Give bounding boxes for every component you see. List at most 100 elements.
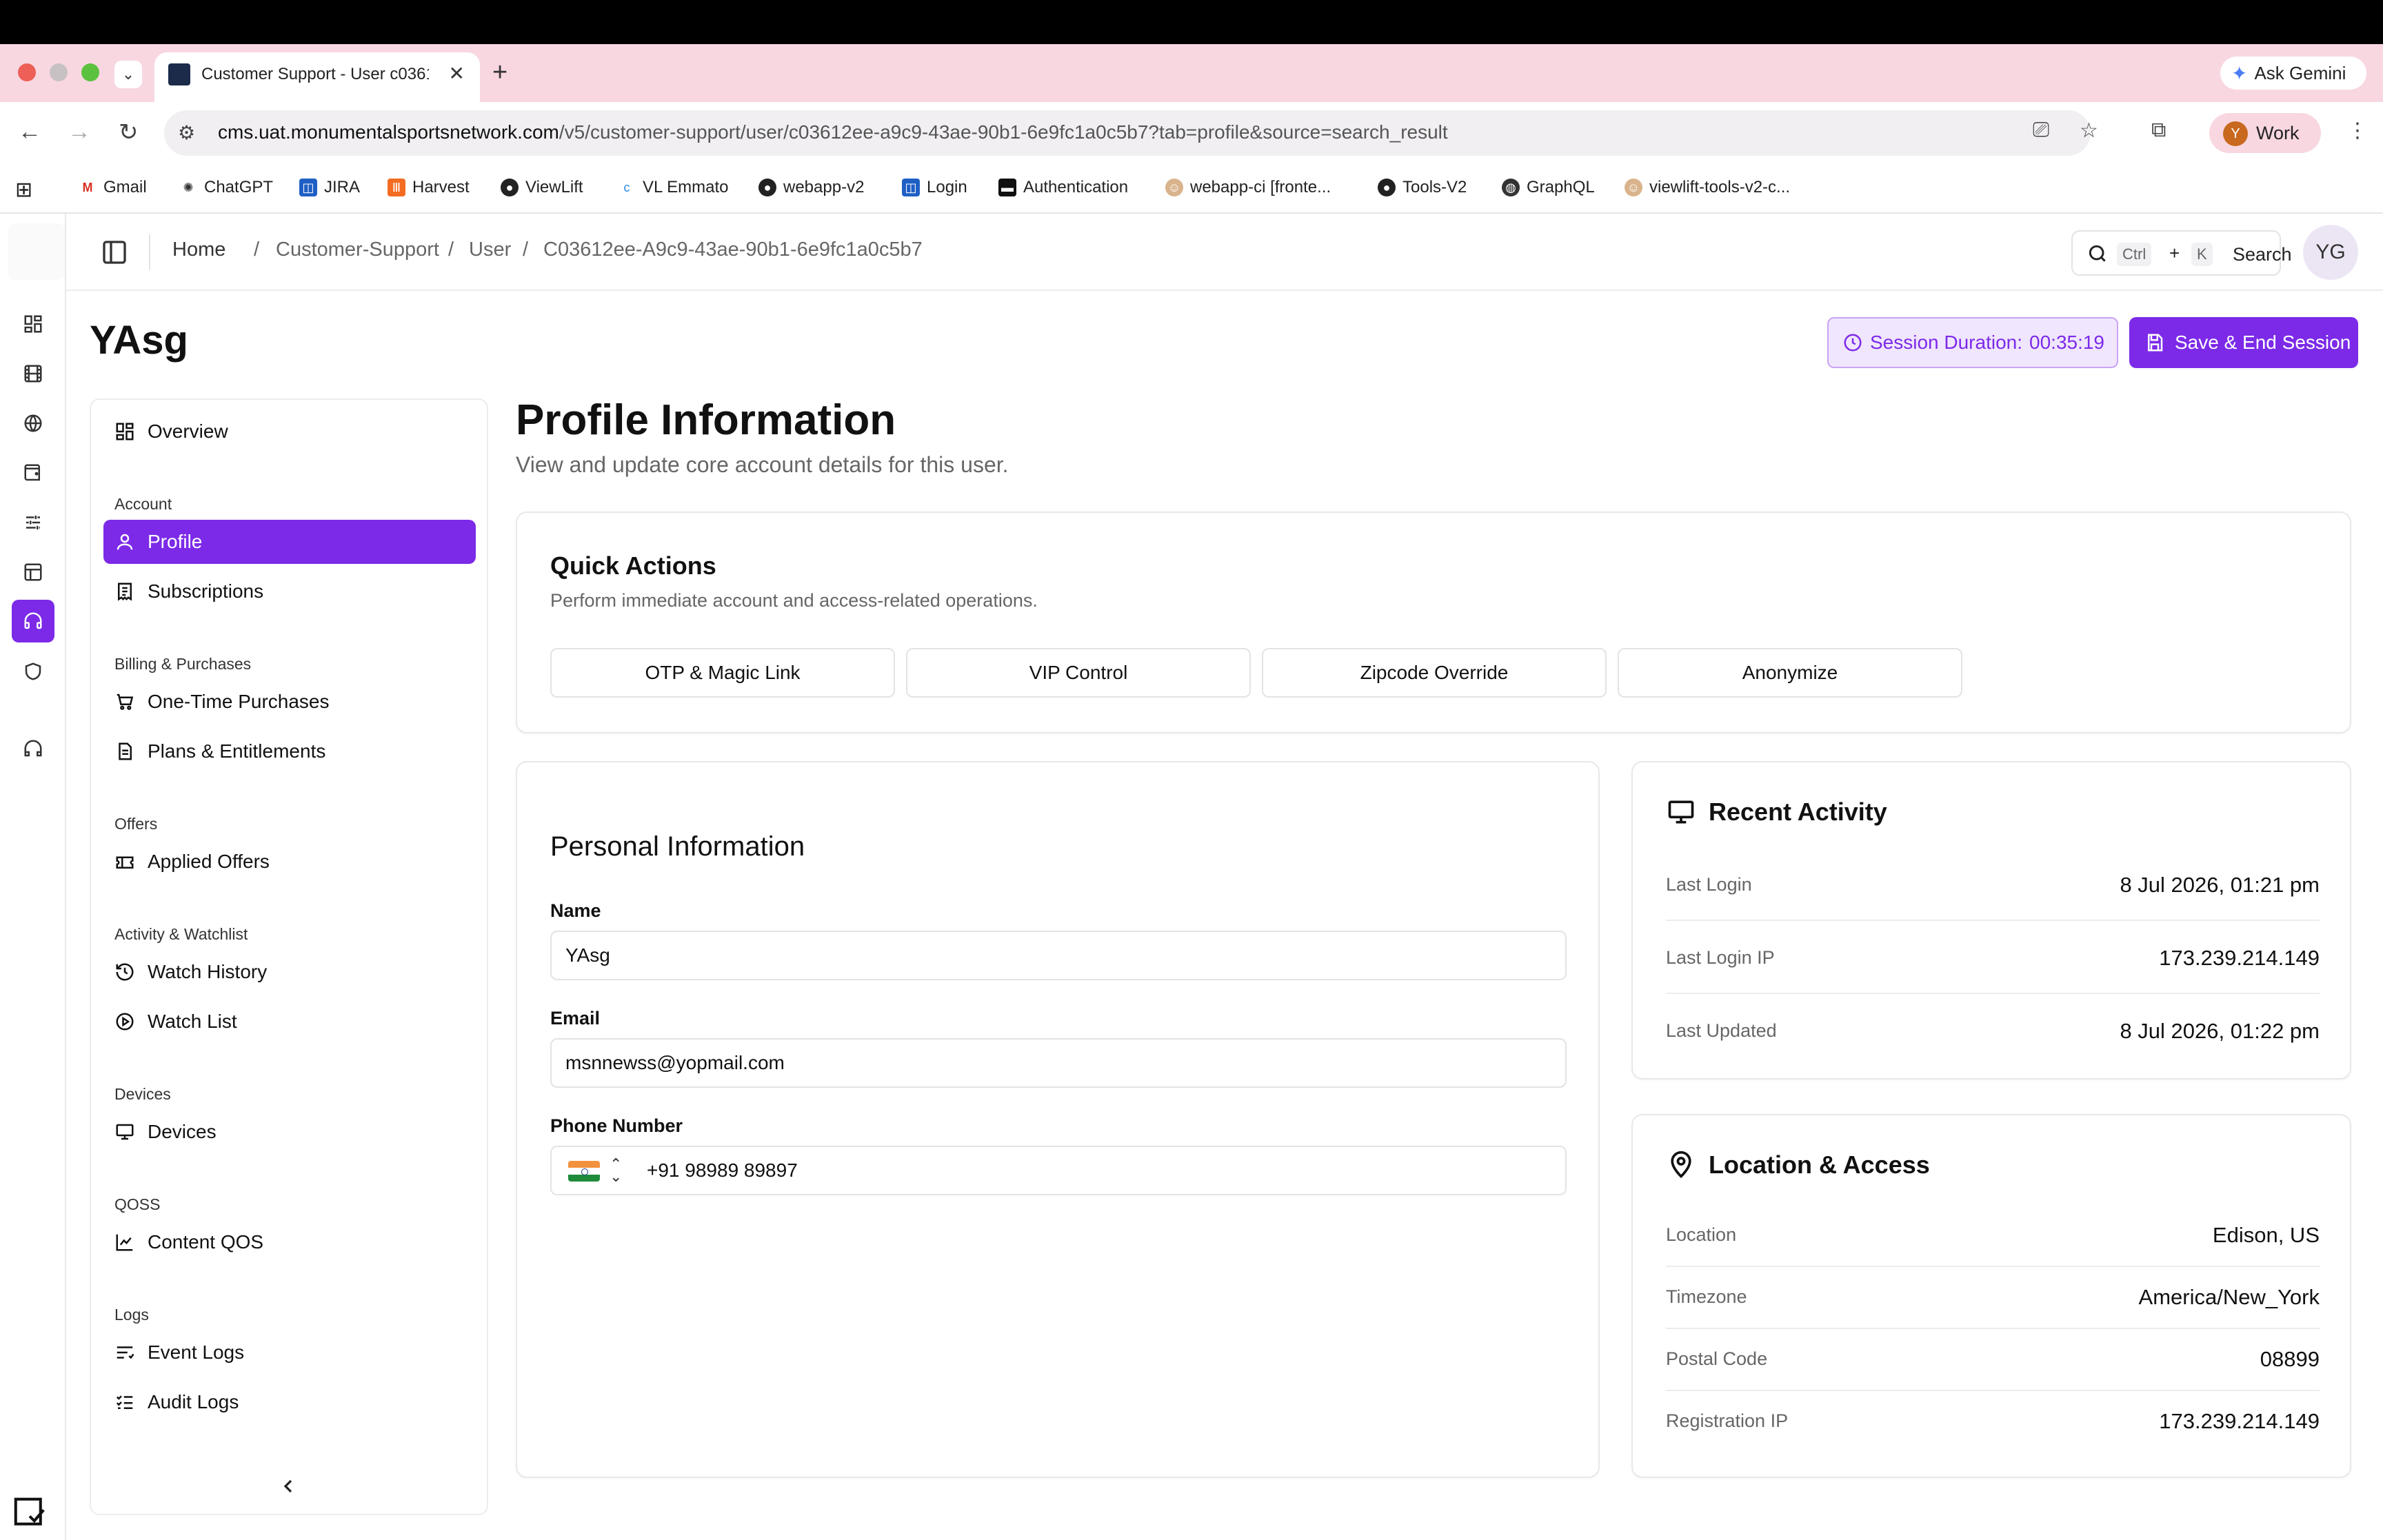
url-text[interactable]: cms.uat.monumentalsportsnetwork.com/v5/c… <box>218 121 1448 143</box>
layout-icon[interactable] <box>18 557 48 587</box>
bookmark-chatgpt[interactable]: ✺ ChatGPT <box>179 178 273 197</box>
nav-group-offers: Offers <box>114 815 158 833</box>
nav-item-profile[interactable]: Profile <box>103 520 476 564</box>
user-avatar[interactable]: YG <box>2303 225 2358 280</box>
nav-item-one-time-purchases[interactable]: One-Time Purchases <box>103 680 476 724</box>
anonymize-button[interactable]: Anonymize <box>1618 648 1962 698</box>
section-title: Profile Information <box>516 396 896 444</box>
chatgpt-icon: ✺ <box>183 181 194 194</box>
profile-avatar: Y <box>2223 121 2248 146</box>
zipcode-override-button[interactable]: Zipcode Override <box>1262 648 1607 698</box>
globe-icon[interactable] <box>18 408 48 438</box>
forward-arrow-icon[interactable]: → <box>68 119 91 145</box>
recent-activity-card: Recent Activity Last Login 8 Jul 2026, 0… <box>1631 761 2351 1080</box>
save-end-session-label: Save & End Session <box>2175 332 2351 353</box>
bookmark-vl-emmato[interactable]: c VL Emmato <box>618 178 729 197</box>
nav-item-label: Event Logs <box>148 1341 245 1363</box>
github-icon: ● <box>1378 179 1396 196</box>
bookmark-tools-v2[interactable]: ● Tools-V2 <box>1378 178 1467 197</box>
bookmark-webapp-ci[interactable]: ☺ webapp-ci [fronte... <box>1165 178 1331 197</box>
nav-item-label: Watch History <box>148 961 268 982</box>
info-value: Edison, US <box>2212 1223 2320 1247</box>
extensions-puzzle-icon[interactable]: ⧉ <box>2151 119 2166 142</box>
nav-item-content-qos[interactable]: Content QOS <box>103 1220 476 1264</box>
recent-activity-title-text: Recent Activity <box>1709 798 1887 826</box>
bookmark-authentication[interactable]: ▬ Authentication <box>998 178 1128 197</box>
india-flag-icon[interactable] <box>568 1161 600 1182</box>
site-info-icon[interactable]: ⚙ <box>178 121 195 144</box>
nav-item-plans-entitlements[interactable]: Plans & Entitlements <box>103 729 476 773</box>
save-end-session-button[interactable]: Save & End Session <box>2129 317 2358 368</box>
minimize-window-button[interactable] <box>50 63 68 81</box>
install-app-icon[interactable]: ⎚ <box>2033 119 2049 142</box>
location-access-card: Location & Access Location Edison, US Ti… <box>1631 1114 2351 1478</box>
edit-checkbox-icon[interactable] <box>11 1495 48 1532</box>
apps-grid-icon[interactable]: ⊞ <box>15 178 32 202</box>
country-select-chevron-icon[interactable]: ⌃ ⌄ <box>610 1157 622 1184</box>
bookmark-webapp-v2[interactable]: ● webapp-v2 <box>758 178 864 197</box>
tab-close-icon[interactable]: ✕ <box>449 62 465 85</box>
new-tab-button[interactable]: + <box>492 58 507 88</box>
name-label: Name <box>550 900 601 921</box>
back-arrow-icon[interactable]: ← <box>18 119 41 145</box>
browser-tab-active[interactable]: Customer Support - User c03612ee ✕ <box>154 52 480 102</box>
github-icon: ● <box>758 179 776 196</box>
breadcrumb-separator: / <box>523 239 529 261</box>
headset-icon[interactable] <box>12 600 54 642</box>
breadcrumb-customer-support[interactable]: Customer-Support <box>276 239 439 261</box>
browser-menu-kebab-icon[interactable]: ⋮ <box>2347 119 2368 143</box>
nav-item-event-logs[interactable]: Event Logs <box>103 1330 476 1375</box>
bookmark-gmail[interactable]: M Gmail <box>79 178 147 197</box>
address-bar[interactable]: ⚙ cms.uat.monumentalsportsnetwork.com/v5… <box>164 110 2091 156</box>
bookmark-viewlift-tools[interactable]: ☺ viewlift-tools-v2-c... <box>1625 178 1790 197</box>
nav-item-overview[interactable]: Overview <box>103 409 476 454</box>
wallet-icon[interactable] <box>18 458 48 488</box>
bookmark-star-icon[interactable]: ☆ <box>2080 119 2098 143</box>
list-checks-icon <box>116 1395 133 1409</box>
nav-item-label: Applied Offers <box>148 851 270 872</box>
nav-item-subscriptions[interactable]: Subscriptions <box>103 569 476 614</box>
sliders-icon[interactable] <box>18 507 48 538</box>
close-window-button[interactable] <box>18 63 36 81</box>
kbd-plus: + <box>2169 243 2180 263</box>
email-field[interactable]: msnnewss@yopmail.com <box>550 1038 1567 1088</box>
bookmark-jira[interactable]: ◫ JIRA <box>299 178 360 197</box>
info-row-registration-ip: Registration IP 173.239.214.149 <box>1666 1391 2320 1453</box>
film-icon[interactable] <box>18 358 48 389</box>
otp-magic-link-button[interactable]: OTP & Magic Link <box>550 648 895 698</box>
app-logo[interactable] <box>8 223 65 280</box>
nav-item-watch-list[interactable]: Watch List <box>103 1000 476 1044</box>
tab-search-chevron-icon[interactable]: ⌄ <box>114 61 142 88</box>
breadcrumb-user[interactable]: User <box>469 239 511 261</box>
bookmark-graphql[interactable]: ◍ GraphQL <box>1502 178 1595 197</box>
chevron-left-icon[interactable] <box>277 1475 299 1497</box>
nav-item-devices[interactable]: Devices <box>103 1110 476 1154</box>
info-value: 08899 <box>2260 1347 2320 1371</box>
url-host: cms.uat.monumentalsportsnetwork.com <box>218 121 559 143</box>
maximize-window-button[interactable] <box>81 63 99 81</box>
document-icon <box>119 742 132 760</box>
dashboard-icon[interactable] <box>18 309 48 339</box>
headphones-icon[interactable] <box>18 733 48 764</box>
browser-profile-button[interactable]: Y Work <box>2209 113 2321 153</box>
global-search-button[interactable]: Ctrl + K Search <box>2071 230 2292 276</box>
ask-gemini-button[interactable]: ✦ Ask Gemini <box>2220 57 2366 90</box>
bookmark-viewlift[interactable]: ● ViewLift <box>501 178 583 197</box>
clock-icon <box>1844 334 1862 352</box>
reload-icon[interactable]: ↻ <box>119 119 139 146</box>
quick-actions-title: Quick Actions <box>550 551 716 580</box>
nav-item-audit-logs[interactable]: Audit Logs <box>103 1380 476 1424</box>
bookmark-login[interactable]: ◫ Login <box>902 178 967 197</box>
bookmark-harvest[interactable]: Ⅲ Harvest <box>388 178 470 197</box>
shield-icon[interactable] <box>18 656 48 687</box>
sidebar-toggle-icon[interactable] <box>101 239 128 266</box>
bookmark-label: Tools-V2 <box>1402 178 1467 196</box>
nav-item-watch-history[interactable]: Watch History <box>103 950 476 994</box>
vip-control-button[interactable]: VIP Control <box>906 648 1251 698</box>
phone-field[interactable]: ⌃ ⌄ +91 98989 89897 <box>550 1146 1567 1195</box>
info-label: Timezone <box>1666 1286 1747 1307</box>
breadcrumb-home[interactable]: Home <box>172 239 225 261</box>
name-field[interactable]: YAsg <box>550 931 1567 980</box>
header-divider <box>149 234 150 270</box>
nav-item-applied-offers[interactable]: Applied Offers <box>103 840 476 884</box>
